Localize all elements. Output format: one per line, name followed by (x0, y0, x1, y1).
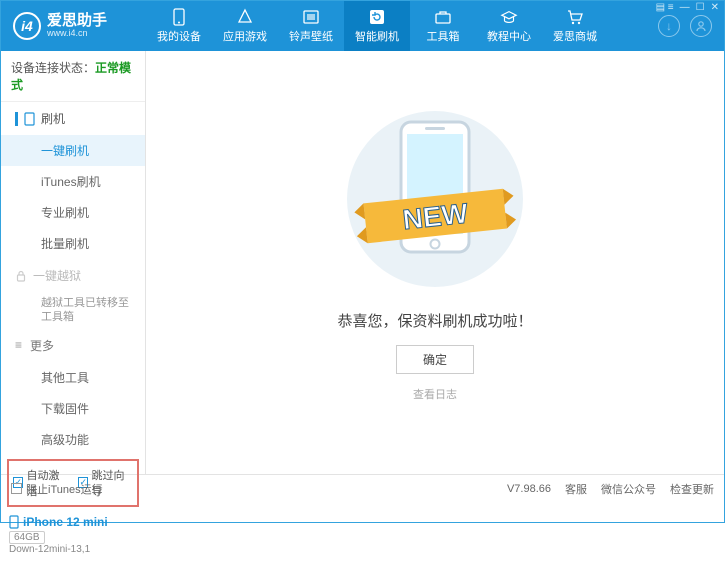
view-log-link[interactable]: 查看日志 (413, 386, 457, 402)
app-name: 爱思助手 (47, 13, 107, 30)
download-button[interactable]: ↓ (658, 15, 680, 37)
sidebar-item-batch[interactable]: 批量刷机 (1, 228, 145, 259)
ok-button[interactable]: 确定 (396, 345, 474, 374)
main-content: NEW 恭喜您，保资料刷机成功啦！ 确定 查看日志 (146, 51, 724, 474)
toolbox-icon (434, 8, 452, 26)
device-storage: 64GB (9, 531, 45, 544)
success-message: 恭喜您，保资料刷机成功啦！ (337, 310, 532, 331)
version-text: V7.98.66 (507, 483, 551, 495)
connection-status: 设备连接状态：正常模式 (1, 51, 145, 102)
nav-label: 我的设备 (157, 28, 201, 44)
status-label: 设备连接状态： (11, 61, 95, 75)
refresh-icon (368, 8, 386, 26)
sidebar-item-pro[interactable]: 专业刷机 (1, 197, 145, 228)
group-label: 刷机 (41, 110, 65, 127)
sidebar-item-firmware[interactable]: 下载固件 (1, 393, 145, 424)
user-button[interactable] (690, 15, 712, 37)
nav-label: 工具箱 (427, 28, 460, 44)
nav-store[interactable]: 爱思商城 (542, 1, 608, 51)
group-label: 一键越狱 (33, 267, 81, 284)
nav-label: 应用游戏 (223, 28, 267, 44)
logo-icon: i4 (13, 12, 41, 40)
footer-wechat[interactable]: 微信公众号 (601, 481, 656, 497)
device-model: Down-12mini-13,1 (9, 544, 137, 555)
group-label: 更多 (30, 337, 54, 354)
menu-icon[interactable]: ▤ ≡ (656, 2, 674, 13)
device-icon (9, 515, 19, 529)
nav-flash[interactable]: 智能刷机 (344, 1, 410, 51)
phone-small-icon (24, 112, 35, 126)
sidebar-group-more[interactable]: ≡ 更多 (1, 329, 145, 362)
cart-icon (566, 8, 584, 26)
nav-toolbox[interactable]: 工具箱 (410, 1, 476, 51)
header: i4 爱思助手 www.i4.cn 我的设备 应用游戏 铃声壁纸 智能刷机 工具… (1, 1, 724, 51)
nav-label: 教程中心 (487, 28, 531, 44)
nav-tutorials[interactable]: 教程中心 (476, 1, 542, 51)
sidebar-item-advanced[interactable]: 高级功能 (1, 424, 145, 455)
sidebar: 设备连接状态：正常模式 刷机 一键刷机 iTunes刷机 专业刷机 批量刷机 一… (1, 51, 146, 474)
wallpaper-icon (302, 8, 320, 26)
sidebar-group-jailbreak: 一键越狱 (1, 259, 145, 292)
footer-service[interactable]: 客服 (565, 481, 587, 497)
apps-icon (236, 8, 254, 26)
nav-my-device[interactable]: 我的设备 (146, 1, 212, 51)
success-illustration: NEW (325, 104, 545, 294)
nav-apps[interactable]: 应用游戏 (212, 1, 278, 51)
sidebar-item-oneclick[interactable]: 一键刷机 (1, 135, 145, 166)
app-url: www.i4.cn (47, 29, 107, 39)
hamburger-icon: ≡ (15, 338, 22, 352)
phone-icon (170, 8, 188, 26)
checkbox-block-itunes[interactable]: 阻止iTunes运行 (11, 481, 103, 497)
nav-label: 铃声壁纸 (289, 28, 333, 44)
nav-label: 爱思商城 (553, 28, 597, 44)
footer-update[interactable]: 检查更新 (670, 481, 714, 497)
top-nav: 我的设备 应用游戏 铃声壁纸 智能刷机 工具箱 教程中心 爱思商城 (146, 1, 658, 51)
jailbreak-note: 越狱工具已转移至 工具箱 (1, 292, 145, 329)
logo: i4 爱思助手 www.i4.cn (1, 12, 146, 40)
minimize-icon[interactable]: — (680, 2, 690, 13)
sidebar-group-flash[interactable]: 刷机 (1, 102, 145, 135)
device-info[interactable]: iPhone 12 mini 64GB Down-12mini-13,1 (1, 511, 145, 561)
nav-ringtones[interactable]: 铃声壁纸 (278, 1, 344, 51)
nav-label: 智能刷机 (355, 28, 399, 44)
lock-icon (15, 270, 27, 282)
sidebar-item-itunes[interactable]: iTunes刷机 (1, 166, 145, 197)
sidebar-item-other[interactable]: 其他工具 (1, 362, 145, 393)
graduation-icon (500, 8, 518, 26)
close-icon[interactable]: ✕ (711, 2, 719, 13)
maximize-icon[interactable]: ☐ (696, 2, 705, 13)
device-name-text: iPhone 12 mini (23, 515, 108, 529)
